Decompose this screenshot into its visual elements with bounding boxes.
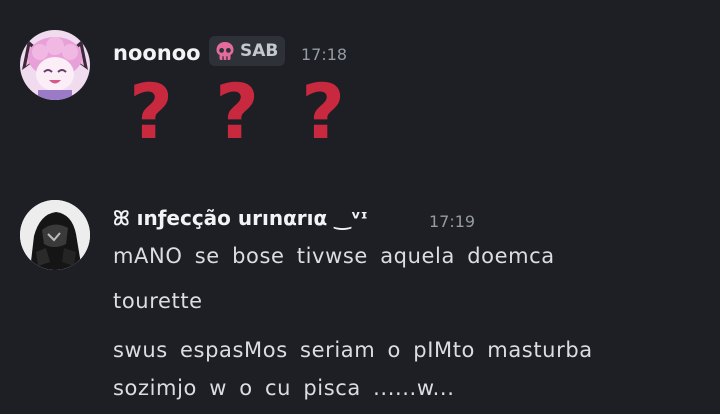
message-line: swus espasMos seriam o pIMto masturba <box>113 338 593 362</box>
username[interactable]: noonoo <box>113 41 201 65</box>
dark-figure-avatar-icon <box>20 200 90 270</box>
avatar[interactable] <box>20 200 90 270</box>
guild-tag-label: SAB <box>240 41 279 61</box>
skull-icon <box>216 42 234 60</box>
avatar[interactable] <box>20 30 90 100</box>
username[interactable]: ꕤ ınƒecção urınαrıα ‿ᵛᶦ <box>113 206 368 230</box>
timestamp[interactable]: 17:18 <box>301 45 347 64</box>
question-mark-emoji[interactable]: ? <box>108 74 194 150</box>
message-line: mANO se bose tivwse aquela doemca <box>113 244 555 268</box>
anime-avatar-icon <box>20 30 90 100</box>
message-content: ? ? ? <box>108 74 366 150</box>
question-mark-emoji[interactable]: ? <box>194 74 280 150</box>
message-line: sozimjo w o cu pisca ......w... <box>113 376 455 400</box>
guild-tag-badge[interactable]: SAB <box>209 36 286 66</box>
timestamp[interactable]: 17:19 <box>429 212 475 231</box>
chat-messages: noonoo SAB 17:18 ? ? ? ꕤ ınƒecção urınαr… <box>0 0 720 414</box>
message-line: tourette <box>113 289 203 313</box>
question-mark-emoji[interactable]: ? <box>280 74 366 150</box>
